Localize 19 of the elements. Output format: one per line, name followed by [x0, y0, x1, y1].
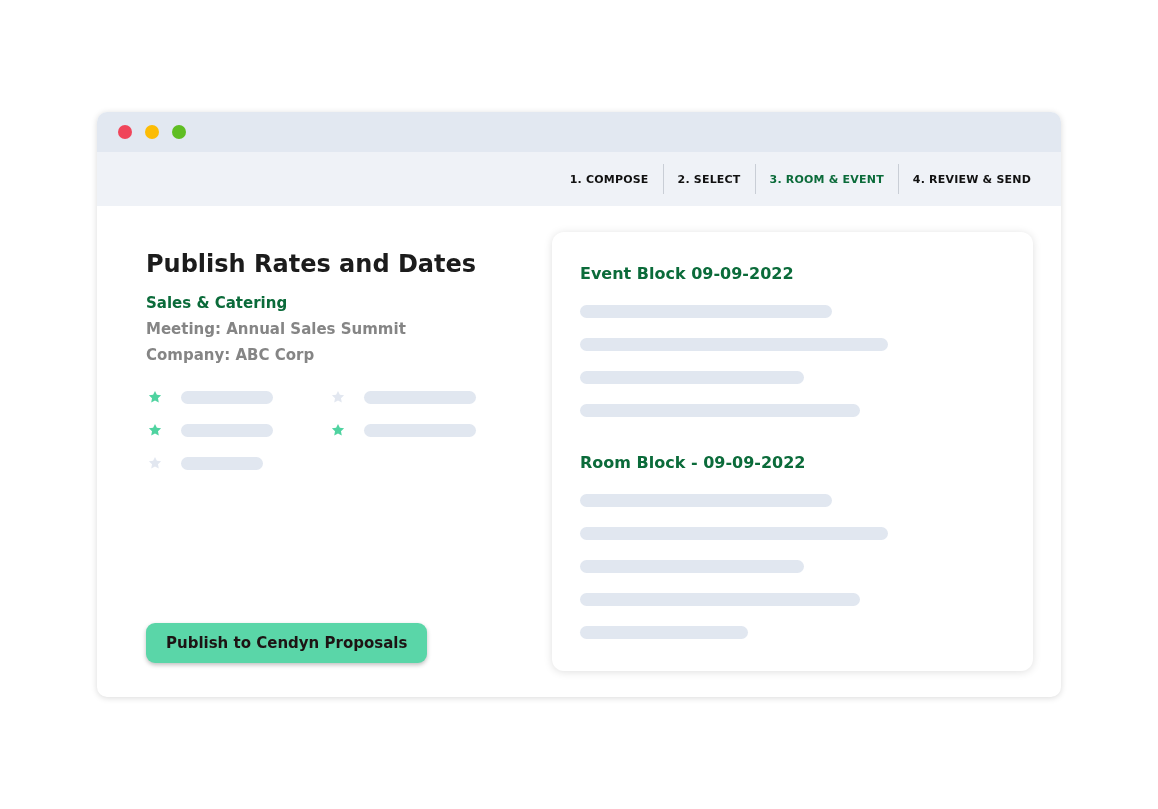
detail-text: Company: ABC Corp [146, 346, 316, 364]
block-title: Room Block - 09-09-2022 [580, 453, 807, 472]
block-title: Event Block 09-09-2022 [580, 264, 795, 283]
empty-star-icon[interactable] [148, 456, 162, 470]
step-tab[interactable]: 2. SELECT [663, 172, 755, 186]
detail-text: Meeting: Annual Sales Summit [146, 320, 407, 338]
step-tab[interactable]: 4. REVIEW & SEND [898, 172, 1045, 186]
close-button[interactable] [118, 125, 132, 140]
filled-star-icon[interactable] [148, 423, 162, 437]
filled-star-icon[interactable] [148, 390, 162, 404]
filled-star-icon[interactable] [331, 423, 345, 437]
step-tab[interactable]: 1. COMPOSE [555, 172, 663, 186]
step-tab[interactable]: 3. ROOM & EVENT [755, 172, 898, 186]
maximize-button[interactable] [172, 125, 186, 140]
empty-star-icon[interactable] [331, 390, 345, 404]
subtitle: Sales & Catering [146, 294, 289, 312]
page-title: Publish Rates and Dates [146, 250, 478, 278]
minimize-button[interactable] [145, 125, 159, 140]
publish-button[interactable]: Publish to Cendyn Proposals [146, 623, 428, 663]
